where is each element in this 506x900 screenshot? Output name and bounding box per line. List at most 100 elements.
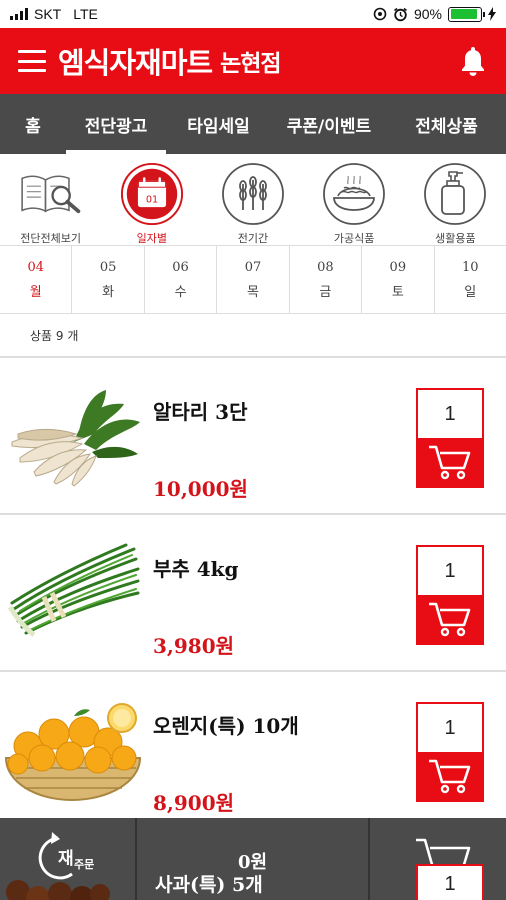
battery-percent: 90% [413, 6, 442, 22]
calendar-icon: 01 [120, 162, 183, 226]
quantity-field[interactable]: 1 [418, 704, 482, 752]
category-household[interactable]: 생활용품 [407, 162, 503, 246]
tab-flyer[interactable]: 전단광고 [66, 94, 166, 154]
reorder-main-label: 재 [58, 849, 74, 869]
app-screen: SKT LTE 90% 엠식자재마트 논현점 홈 전단광고 타임세일 쿠폰/이벤… [0, 0, 506, 900]
date-weekday: 목 [246, 284, 259, 300]
category-all-flyer-label: 전단전체보기 [20, 232, 81, 245]
category-all-period[interactable]: 전기간 [205, 162, 301, 246]
product-row[interactable]: 알타리 3단 10,000원 1 [0, 358, 506, 515]
date-day: 08 [317, 259, 334, 275]
cart-summary: 0원 사과(특) 5개 [137, 818, 370, 900]
product-name: 부추 4kg [153, 557, 239, 581]
tab-time-sale[interactable]: 타임세일 [166, 94, 271, 154]
date-day: 05 [99, 259, 117, 275]
next-product-quantity-field[interactable]: 1 [416, 864, 484, 900]
category-household-label: 생활용품 [435, 232, 476, 245]
branch-name: 논현점 [220, 51, 281, 77]
date-item[interactable]: 04 월 [0, 246, 73, 313]
date-day: 07 [244, 259, 262, 275]
tab-home[interactable]: 홈 [0, 94, 66, 154]
product-name: 알타리 3단 [153, 400, 248, 424]
reorder-button[interactable]: 재 주문 [0, 818, 137, 900]
next-product-quantity: 1 [444, 873, 456, 895]
tab-coupon-event-label: 쿠폰/이벤트 [286, 116, 372, 137]
category-by-date-label: 일자별 [136, 232, 167, 245]
date-day: 04 [27, 259, 44, 275]
date-weekday: 일 [464, 284, 477, 300]
product-price: 10,000원 [153, 477, 248, 501]
add-to-cart-button[interactable] [418, 595, 482, 643]
tab-flyer-label: 전단광고 [84, 116, 148, 137]
quantity-control: 1 [416, 545, 484, 645]
product-count: 상품 9 개 [0, 314, 506, 358]
date-item[interactable]: 05 화 [72, 246, 145, 313]
reorder-sub-label: 주문 [74, 858, 94, 871]
category-by-date[interactable]: 01 일자별 [104, 162, 200, 246]
main-tabs: 홈 전단광고 타임세일 쿠폰/이벤트 전체상품 [0, 94, 506, 154]
tab-all-products[interactable]: 전체상품 [387, 94, 506, 154]
cart-icon [429, 602, 471, 637]
product-row[interactable]: 부추 4kg 3,980원 1 [0, 515, 506, 672]
bell-icon[interactable] [460, 45, 486, 77]
cart-button[interactable]: 1 [370, 818, 506, 900]
next-product-name: 사과(특) 5개 [155, 874, 263, 896]
orange-basket-image [4, 703, 142, 802]
category-row: 전단전체보기 01 일자별 전기간 가공식품 생활용품 [0, 154, 506, 246]
noodle-dish-icon [323, 163, 386, 225]
menu-icon[interactable] [18, 50, 46, 72]
battery-icon [448, 6, 485, 22]
date-item[interactable]: 10 일 [435, 246, 506, 313]
add-to-cart-button[interactable] [418, 752, 482, 800]
app-title: 엠식자재마트 [58, 46, 213, 80]
date-weekday: 토 [391, 284, 404, 300]
location-lock-icon [373, 7, 387, 21]
product-price: 8,900원 [153, 791, 235, 815]
date-day: 10 [461, 259, 479, 275]
quantity-field[interactable]: 1 [418, 547, 482, 595]
date-selector: 04 월 05 화 06 수 07 목 08 금 09 토 10 일 [0, 246, 506, 314]
product-row[interactable]: 오렌지(특) 10개 8,900원 1 [0, 672, 506, 829]
alarm-icon [393, 7, 407, 21]
tab-all-products-label: 전체상품 [415, 116, 478, 137]
carrier-label: SKT [34, 6, 62, 22]
date-item[interactable]: 08 금 [290, 246, 363, 313]
signal-icon [10, 8, 28, 20]
app-header: 엠식자재마트 논현점 [0, 28, 506, 94]
category-processed-food[interactable]: 가공식품 [306, 162, 402, 246]
tab-time-sale-label: 타임세일 [187, 116, 250, 137]
category-processed-food-label: 가공식품 [333, 232, 375, 245]
category-all-flyer[interactable]: 전단전체보기 [3, 162, 99, 246]
date-item[interactable]: 09 토 [362, 246, 435, 313]
catalog-search-icon [20, 175, 80, 214]
date-weekday: 수 [174, 284, 187, 300]
product-name: 오렌지(특) 10개 [153, 714, 299, 738]
bottom-bar: 재 주문 0원 사과(특) 5개 1 [0, 818, 506, 900]
radish-image [11, 390, 140, 487]
date-item[interactable]: 07 목 [217, 246, 290, 313]
cart-icon [429, 759, 471, 794]
date-day: 06 [172, 259, 189, 275]
add-to-cart-button[interactable] [418, 438, 482, 486]
charging-icon [488, 7, 496, 21]
chives-image [7, 543, 140, 637]
category-all-period-label: 전기간 [237, 232, 269, 245]
product-price: 3,980원 [153, 634, 235, 658]
date-weekday: 월 [29, 284, 42, 300]
quantity-field[interactable]: 1 [418, 390, 482, 438]
date-weekday: 금 [319, 284, 332, 300]
date-weekday: 화 [102, 284, 115, 300]
grain-icon [222, 163, 284, 225]
quantity-control: 1 [416, 702, 484, 802]
status-bar: SKT LTE 90% [0, 0, 506, 28]
quantity-control: 1 [416, 388, 484, 488]
date-day: 09 [389, 259, 407, 275]
network-label: LTE [73, 6, 98, 22]
reorder-icon: 재 주문 [6, 832, 110, 900]
tab-home-label: 홈 [25, 116, 41, 137]
pump-bottle-icon [424, 163, 487, 225]
cart-icon [429, 445, 471, 480]
svg-text:01: 01 [146, 195, 158, 206]
date-item[interactable]: 06 수 [145, 246, 218, 313]
tab-coupon-event[interactable]: 쿠폰/이벤트 [271, 94, 387, 154]
